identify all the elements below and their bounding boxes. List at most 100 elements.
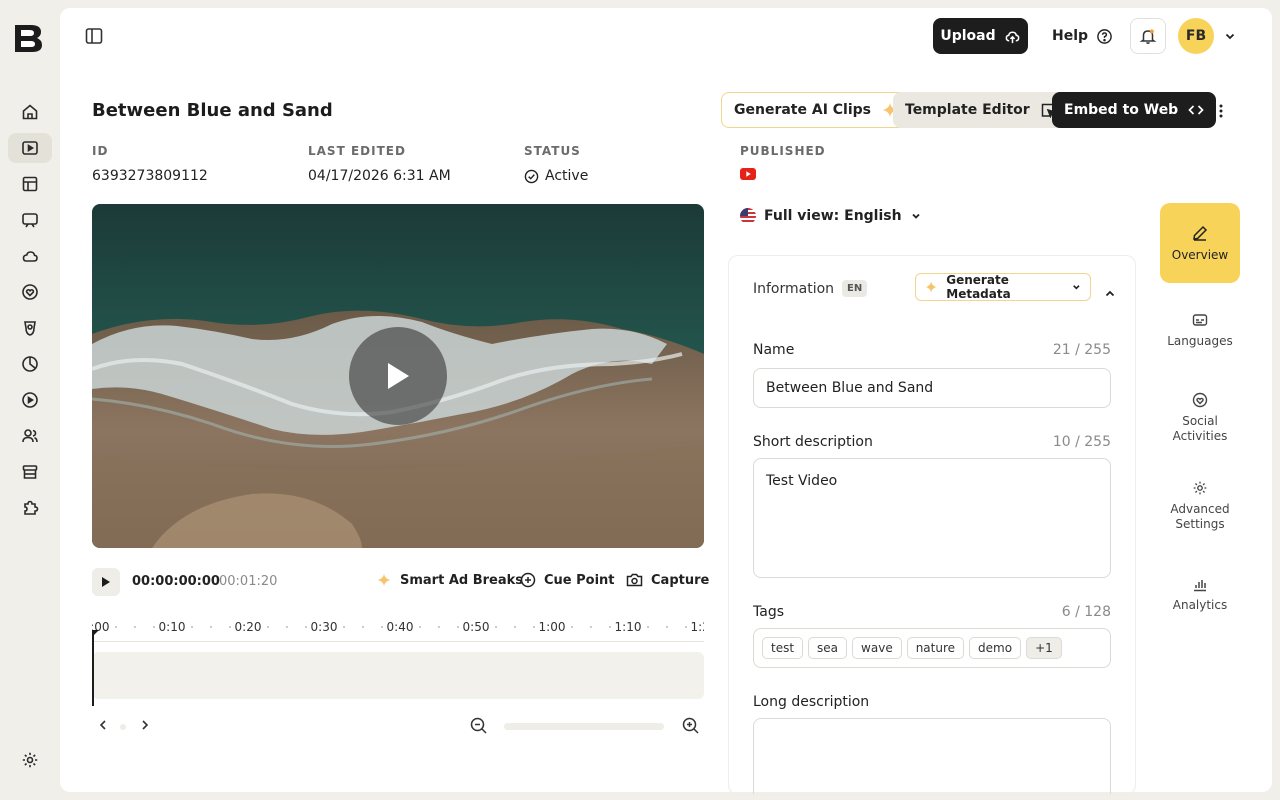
video-player[interactable] (92, 204, 704, 548)
youtube-icon[interactable] (740, 168, 756, 180)
edited-value-text: 04/17/2026 6:31 AM (308, 168, 451, 184)
generate-metadata-label: Generate Metadata (946, 273, 1011, 301)
meta-edited-value: 04/17/2026 6:31 AM (308, 168, 451, 184)
tab-social-activities[interactable]: Social Activities (1160, 392, 1240, 444)
rail-settings[interactable] (8, 745, 52, 775)
timeline-prev-button[interactable] (98, 719, 108, 731)
rail-users[interactable] (8, 421, 52, 451)
timeline[interactable]: 0:000:100:200:300:400:501:001:101:20 (92, 618, 704, 706)
language-selector[interactable]: Full view: English (740, 208, 922, 224)
playhead[interactable] (92, 630, 99, 706)
more-options-button[interactable] (1210, 100, 1232, 122)
meta-status-value: Active (524, 168, 588, 184)
timeline-tick-label: 1:00 (538, 620, 566, 634)
rail-home[interactable] (8, 97, 52, 127)
zoom-in-button[interactable] (682, 717, 699, 734)
timeline-zoom-row (92, 716, 704, 736)
meta-published-label: PUBLISHED (740, 144, 826, 158)
short-description-field[interactable]: Test Video (753, 458, 1111, 578)
zoom-slider[interactable] (504, 723, 664, 730)
tag-chip[interactable]: wave (852, 637, 902, 659)
timeline-tick-dot (666, 626, 668, 628)
chevron-up-icon (1105, 290, 1115, 297)
timeline-tick-dot (590, 626, 592, 628)
timeline-tick-label: 0:20 (234, 620, 262, 634)
cue-point-button[interactable]: Cue Point (520, 572, 615, 588)
video-play-button[interactable] (349, 327, 447, 425)
tab-languages[interactable]: Languages (1160, 312, 1240, 349)
tab-overview-label: Overview (1171, 247, 1229, 262)
timeline-tick-dot (438, 626, 440, 628)
upload-label: Upload (940, 28, 996, 44)
generate-ai-clips-button[interactable]: Generate AI Clips (721, 92, 913, 128)
timeline-divider (92, 641, 704, 642)
rail-integrations[interactable] (8, 493, 52, 523)
sidebar-toggle-button[interactable] (84, 26, 106, 48)
timeline-tick-dot (685, 626, 687, 628)
meta-last-edited: LAST EDITED 04/17/2026 6:31 AM (308, 144, 451, 184)
sparkle-icon (377, 573, 391, 587)
timeline-tick-dot (343, 626, 345, 628)
play-button[interactable] (92, 568, 120, 596)
home-icon (22, 104, 38, 120)
timeline-tick-dot (609, 626, 611, 628)
tag-chips: test sea wave nature demo (762, 637, 1026, 659)
embed-to-web-button[interactable]: Embed to Web (1052, 92, 1217, 128)
status-value-text: Active (545, 168, 589, 184)
avatar[interactable]: FB (1178, 18, 1214, 54)
play-circle-icon (22, 392, 38, 408)
generate-metadata-button[interactable]: Generate Metadata (915, 273, 1091, 301)
rail-videos[interactable] (8, 133, 52, 163)
chevron-down-icon[interactable] (1222, 28, 1238, 44)
rail-cloud[interactable] (8, 241, 52, 271)
tag-chip[interactable]: demo (969, 637, 1022, 659)
rail-engagement[interactable] (8, 277, 52, 307)
collapse-section-button[interactable] (1103, 287, 1117, 301)
name-field[interactable]: Between Blue and Sand (753, 368, 1111, 408)
rail-brands[interactable] (8, 313, 52, 343)
timeline-tick-dot (191, 626, 193, 628)
rail-storage[interactable] (8, 457, 52, 487)
timeline-next-button[interactable] (140, 719, 150, 731)
sidebar-toggle-icon (85, 28, 103, 44)
notifications-button[interactable] (1130, 18, 1166, 54)
template-editor-button[interactable]: Template Editor (893, 92, 1068, 128)
pie-icon (22, 356, 38, 372)
zoom-out-icon (470, 717, 487, 734)
timeline-tick-dot (514, 626, 516, 628)
brand-logo[interactable] (12, 22, 44, 54)
timeline-tick-dot (495, 626, 497, 628)
language-label: Full view: English (764, 208, 902, 224)
timeline-tick-dot (229, 626, 231, 628)
timeline-page-dot (120, 724, 126, 730)
tab-analytics[interactable]: Analytics (1160, 576, 1240, 613)
rail-library[interactable] (8, 169, 52, 199)
timeline-tick-dot (286, 626, 288, 628)
upload-button[interactable]: Upload (933, 18, 1028, 54)
camera-icon (626, 573, 643, 587)
capture-button[interactable]: Capture (626, 572, 709, 588)
help-label: Help (1052, 28, 1089, 44)
smart-ad-breaks-button[interactable]: Smart Ad Breaks (376, 572, 523, 588)
help-button[interactable]: Help (1042, 18, 1123, 54)
avatar-initials: FB (1185, 28, 1207, 44)
left-rail (0, 0, 60, 800)
timeline-tick-dot (362, 626, 364, 628)
tags-more-chip[interactable]: +1 (1026, 637, 1062, 659)
sparkle-icon (925, 281, 937, 293)
tags-field[interactable]: test sea wave nature demo +1 (753, 628, 1111, 668)
long-description-field[interactable] (753, 718, 1111, 794)
zoom-out-button[interactable] (470, 717, 487, 734)
tag-chip[interactable]: nature (906, 637, 965, 659)
tag-chip[interactable]: sea (808, 637, 848, 659)
tv-icon (22, 213, 38, 228)
tab-overview[interactable]: Overview (1160, 203, 1240, 283)
timeline-track[interactable] (92, 652, 704, 699)
rail-channels[interactable] (8, 205, 52, 235)
tag-chip[interactable]: test (762, 637, 804, 659)
tab-advanced-settings[interactable]: Advanced Settings (1160, 480, 1240, 532)
tags-label: Tags (753, 604, 784, 620)
timeline-tick-dot (571, 626, 573, 628)
rail-analytics[interactable] (8, 349, 52, 379)
rail-live[interactable] (8, 385, 52, 415)
